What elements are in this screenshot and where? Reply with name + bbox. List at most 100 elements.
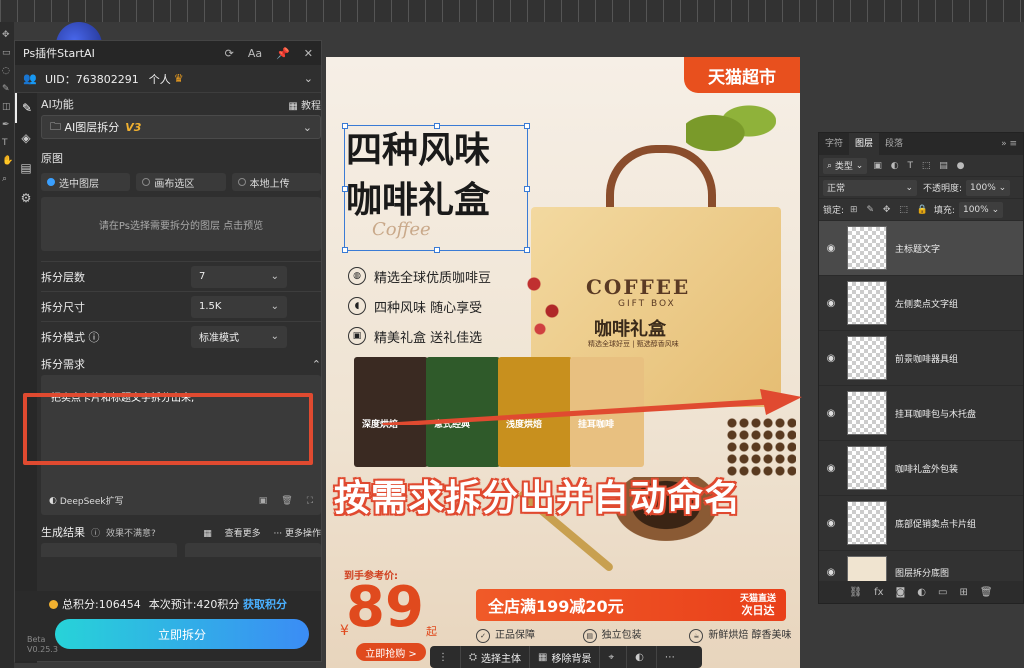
eye-icon[interactable]: ◉ — [819, 518, 843, 529]
drag-handle[interactable]: ⋮ — [430, 646, 461, 668]
more-button[interactable]: ⋯ — [657, 646, 687, 668]
fill-input[interactable]: 100% ⌄ — [958, 201, 1004, 218]
eraser-tool-icon[interactable]: ◫ — [2, 102, 12, 112]
view-more-link[interactable]: ▦ 查看更多 — [203, 529, 260, 539]
opacity-input[interactable]: 100% ⌄ — [966, 179, 1011, 196]
resize-handle[interactable] — [342, 247, 348, 253]
resize-handle[interactable] — [434, 247, 440, 253]
artboard-icon[interactable]: ⬚ — [899, 205, 908, 215]
tab-character[interactable]: 字符 — [819, 133, 849, 155]
get-points-link[interactable]: 获取积分 — [243, 596, 287, 612]
blend-mode-select[interactable]: 正常 ⌄ — [823, 179, 917, 196]
resize-handle[interactable] — [434, 123, 440, 129]
eye-icon[interactable]: ◉ — [819, 463, 843, 474]
layers-icon[interactable]: ◈ — [15, 123, 37, 153]
close-icon[interactable]: ✕ — [304, 47, 313, 60]
layer-item[interactable]: ◉ 咖啡礼盒外包装 — [819, 441, 1023, 496]
delete-layer-icon[interactable]: 🗑 — [980, 587, 993, 598]
lock-pixels-icon[interactable]: ✎ — [866, 205, 874, 215]
resize-handle[interactable] — [342, 186, 348, 192]
edit-icon[interactable]: ✎ — [15, 93, 37, 123]
result-hint[interactable]: 效果不满意? — [106, 526, 156, 539]
marquee-tool-icon[interactable]: ▭ — [2, 48, 12, 58]
canvas-poster[interactable]: 天猫超市 四种风味 咖啡礼盒 Coffee ◍ 精选全球优质咖啡豆 ◖ 四种风味 随… — [326, 57, 800, 668]
resize-handle[interactable] — [524, 123, 530, 129]
resize-handle[interactable] — [342, 123, 348, 129]
radio-local-upload[interactable]: 本地上传 — [231, 173, 321, 191]
filter-select[interactable]: ⌕ 类型 ⌄ — [823, 157, 868, 174]
price-currency: ¥ — [340, 623, 349, 639]
resize-handle[interactable] — [524, 247, 530, 253]
eye-icon[interactable]: ◉ — [819, 243, 843, 254]
layer-item[interactable]: ◉ 挂耳咖啡包与木托盘 — [819, 386, 1023, 441]
new-layer-icon[interactable]: ⊞ — [959, 587, 967, 598]
settings-gear-icon[interactable]: ⚙ — [15, 183, 37, 213]
help-icon[interactable]: ⓘ — [91, 526, 100, 539]
lock-transparency-icon[interactable]: ⊞ — [850, 205, 858, 215]
brush-tool-icon[interactable]: ✎ — [2, 84, 12, 94]
tab-paragraph[interactable]: 段落 — [879, 133, 909, 155]
pen-tool-icon[interactable]: ✒ — [2, 120, 12, 130]
ai-function-select[interactable]: 🗀 AI图层拆分 V3 ⌄ — [41, 115, 321, 139]
pixel-filter-icon[interactable]: ▣ — [873, 161, 882, 171]
result-card[interactable] — [41, 543, 177, 557]
smart-filter-icon[interactable]: ▤ — [939, 161, 948, 171]
resize-handle[interactable] — [524, 186, 530, 192]
move-tool-icon[interactable]: ✥ — [2, 30, 12, 40]
layer-item[interactable]: ◉ 底部促销卖点卡片组 — [819, 496, 1023, 551]
size-select[interactable]: 1.5K ⌄ — [191, 295, 287, 318]
refresh-icon[interactable]: ⟳ — [225, 47, 234, 60]
tutorial-link[interactable]: ▦ 教程 — [288, 97, 321, 112]
tab-layers[interactable]: 图层 — [849, 133, 880, 155]
pin-icon[interactable]: 📌 — [276, 47, 290, 60]
eye-icon[interactable]: ◉ — [819, 353, 843, 364]
panel-menu-icon[interactable]: » ≡ — [1001, 139, 1023, 149]
mask-button[interactable]: ◐ — [627, 646, 657, 668]
radio-selected-layer[interactable]: 选中图层 — [41, 173, 131, 191]
hand-tool-icon[interactable]: ✋ — [2, 156, 13, 166]
promo-banner: 全店满199减20元 天猫直送 次日达 — [476, 589, 786, 621]
transform-button[interactable]: ⌖ — [600, 646, 628, 668]
layer-item[interactable]: ◉ 左侧卖点文字组 — [819, 276, 1023, 331]
trash-icon[interactable]: 🗑 — [281, 496, 292, 506]
font-size-icon[interactable]: Aa — [248, 47, 262, 60]
text-filter-icon[interactable]: T — [907, 161, 913, 171]
eye-icon[interactable]: ◉ — [819, 408, 843, 419]
mode-select[interactable]: 标准模式 ⌄ — [191, 325, 287, 348]
eye-icon[interactable]: ◉ — [819, 298, 843, 309]
layers-count-select[interactable]: 7 ⌄ — [191, 265, 287, 288]
image-icon[interactable]: ▣ — [259, 496, 268, 506]
account-row[interactable]: 👥 UID：763802291 个人 ♛ ⌄ — [15, 65, 321, 93]
deepseek-expand-button[interactable]: DeepSeek扩写 — [60, 494, 124, 507]
preview-area[interactable]: 请在Ps选择需要拆分的图层 点击预览 — [41, 197, 321, 251]
bottom-feature: ▤ 独立包装 — [582, 629, 690, 643]
lock-position-icon[interactable]: ✥ — [883, 205, 891, 215]
remove-background-button[interactable]: ▦ 移除背景 — [530, 646, 601, 668]
fx-icon[interactable]: fx — [874, 587, 883, 598]
filter-toggle-icon[interactable]: ● — [957, 161, 965, 171]
shape-filter-icon[interactable]: ⬚ — [922, 161, 931, 171]
more-ops-link[interactable]: ··· 更多操作 — [274, 529, 321, 539]
chevron-down-icon[interactable]: ⌄ — [304, 72, 313, 85]
select-subject-button[interactable]: ⛭ 选择主体 — [461, 646, 530, 668]
adjustment-icon[interactable]: ◐ — [917, 587, 926, 598]
selection-bounding-box[interactable] — [342, 123, 530, 253]
document-icon[interactable]: ▤ — [15, 153, 37, 183]
split-now-button[interactable]: 立即拆分 — [55, 619, 309, 649]
text-tool-icon[interactable]: T — [2, 138, 12, 148]
coffee-beans — [726, 417, 796, 477]
zoom-tool-icon[interactable]: ⌕ — [2, 174, 12, 184]
eye-icon[interactable]: ◉ — [819, 567, 843, 578]
expand-icon[interactable]: ⛶ — [307, 496, 313, 506]
group-folder-icon[interactable]: ▭ — [938, 587, 947, 598]
result-card[interactable] — [185, 543, 321, 557]
lock-all-icon[interactable]: 🔒 — [917, 205, 928, 215]
layer-item[interactable]: ◉ 前景咖啡器具组 — [819, 331, 1023, 386]
adjustment-filter-icon[interactable]: ◐ — [891, 161, 899, 171]
layer-item[interactable]: ◉ 主标题文字 — [819, 221, 1023, 276]
mask-icon[interactable]: ◙ — [896, 587, 906, 598]
chevron-up-icon[interactable]: ⌃ — [312, 358, 321, 371]
radio-canvas-selection[interactable]: 画布选区 — [136, 173, 226, 191]
lasso-tool-icon[interactable]: ◌ — [2, 66, 12, 76]
link-icon[interactable]: ⛓ — [849, 587, 862, 598]
